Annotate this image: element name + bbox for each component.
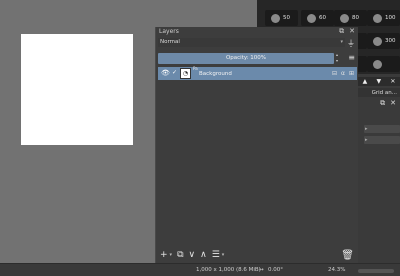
layer-tag: Pa bbox=[193, 66, 198, 71]
dock-tab-bar: Grid an... bbox=[358, 88, 400, 97]
properties-icon[interactable]: ☰ bbox=[212, 250, 220, 260]
brush-preset[interactable]: 300 bbox=[367, 33, 400, 49]
brush-preset[interactable]: 80 bbox=[334, 10, 367, 26]
close-icon[interactable]: ✕ bbox=[390, 99, 396, 107]
filter-icon[interactable]: ⏚ bbox=[347, 38, 355, 49]
move-up-icon[interactable]: ∧ bbox=[200, 250, 207, 260]
lock-icon[interactable]: ⊟ bbox=[332, 70, 337, 77]
zoom-slider[interactable] bbox=[358, 269, 394, 273]
spin-arrows-icon[interactable]: ▴ ▾ bbox=[336, 52, 338, 64]
float-icon[interactable]: ⧉ bbox=[380, 99, 385, 108]
tab-grid[interactable]: Grid an... bbox=[372, 90, 397, 96]
alpha-lock-icon[interactable]: α bbox=[341, 70, 345, 77]
dock-field[interactable]: ▸ bbox=[364, 125, 400, 133]
image-size: 1,000 x 1,000 (8.6 MiB) bbox=[196, 267, 261, 273]
brush-preset[interactable] bbox=[367, 56, 400, 72]
spin-icon: ▸ bbox=[365, 126, 368, 132]
image-canvas[interactable] bbox=[21, 34, 133, 145]
eye-icon[interactable]: 👁 bbox=[161, 69, 170, 77]
chevron-down-icon[interactable]: ▾ bbox=[222, 252, 225, 258]
rotate-icon[interactable]: ↔ bbox=[259, 267, 264, 273]
layer-row[interactable]: 👁 ✓ ◔ Pa Background ⊟ α ⊞ bbox=[158, 66, 357, 80]
duplicate-icon[interactable]: ⧉ bbox=[177, 250, 183, 260]
zoom-value[interactable]: 24.3% bbox=[328, 267, 345, 273]
close-icon[interactable]: ✕ bbox=[390, 78, 395, 85]
arrow-down-icon[interactable]: ▼ bbox=[376, 78, 381, 85]
menu-icon[interactable]: ≡ bbox=[348, 53, 355, 63]
brush-presets-toolbar: ▲ ▼ ✕ bbox=[358, 77, 400, 86]
spin-icon: ▸ bbox=[365, 137, 368, 143]
float-icon[interactable]: ⧉ bbox=[339, 27, 344, 36]
brush-preset[interactable]: 100 bbox=[367, 10, 400, 26]
status-bar: 1,000 x 1,000 (8.6 MiB) ↔ 0.00° 24.3% bbox=[0, 263, 400, 276]
arrow-up-icon[interactable]: ▲ bbox=[363, 78, 368, 85]
inherit-alpha-icon[interactable]: ⊞ bbox=[349, 70, 354, 77]
panel-title: Layers bbox=[159, 28, 179, 35]
dock-title-bar: ⧉ ✕ bbox=[358, 98, 400, 108]
brush-tip-icon bbox=[307, 13, 316, 23]
brush-preset[interactable]: 60 bbox=[301, 10, 334, 26]
rotation-value[interactable]: 0.00° bbox=[268, 267, 283, 273]
layers-panel: Layers ⧉ ✕ Normal ▾ ⏚ Opacity: 100% ▴ ▾ ≡… bbox=[155, 27, 358, 263]
move-down-icon[interactable]: ∨ bbox=[189, 250, 196, 260]
opacity-slider[interactable]: Opacity: 100% bbox=[158, 53, 334, 64]
brush-tip-icon bbox=[271, 13, 280, 23]
layer-name: Background bbox=[199, 71, 232, 77]
chevron-down-icon[interactable]: ▾ bbox=[170, 252, 173, 258]
layers-toolbar: + ▾ ⧉ ∨ ∧ ☰ ▾ bbox=[156, 247, 358, 263]
chevron-down-icon: ▾ bbox=[340, 39, 343, 45]
dock-field[interactable]: ▸ bbox=[364, 136, 400, 144]
close-icon[interactable]: ✕ bbox=[349, 27, 355, 36]
add-icon[interactable]: + bbox=[160, 250, 168, 260]
check-icon[interactable]: ✓ bbox=[172, 69, 177, 76]
layer-thumbnail: ◔ bbox=[180, 68, 191, 79]
brush-tip-icon bbox=[373, 13, 382, 23]
brush-preset[interactable]: 50 bbox=[265, 10, 298, 26]
brush-tip-icon bbox=[373, 59, 382, 69]
brush-tip-icon bbox=[340, 13, 349, 23]
blend-mode-select[interactable]: Normal ▾ bbox=[158, 38, 345, 47]
trash-icon[interactable]: 🗑 bbox=[341, 250, 354, 261]
brush-tip-icon bbox=[373, 36, 382, 46]
